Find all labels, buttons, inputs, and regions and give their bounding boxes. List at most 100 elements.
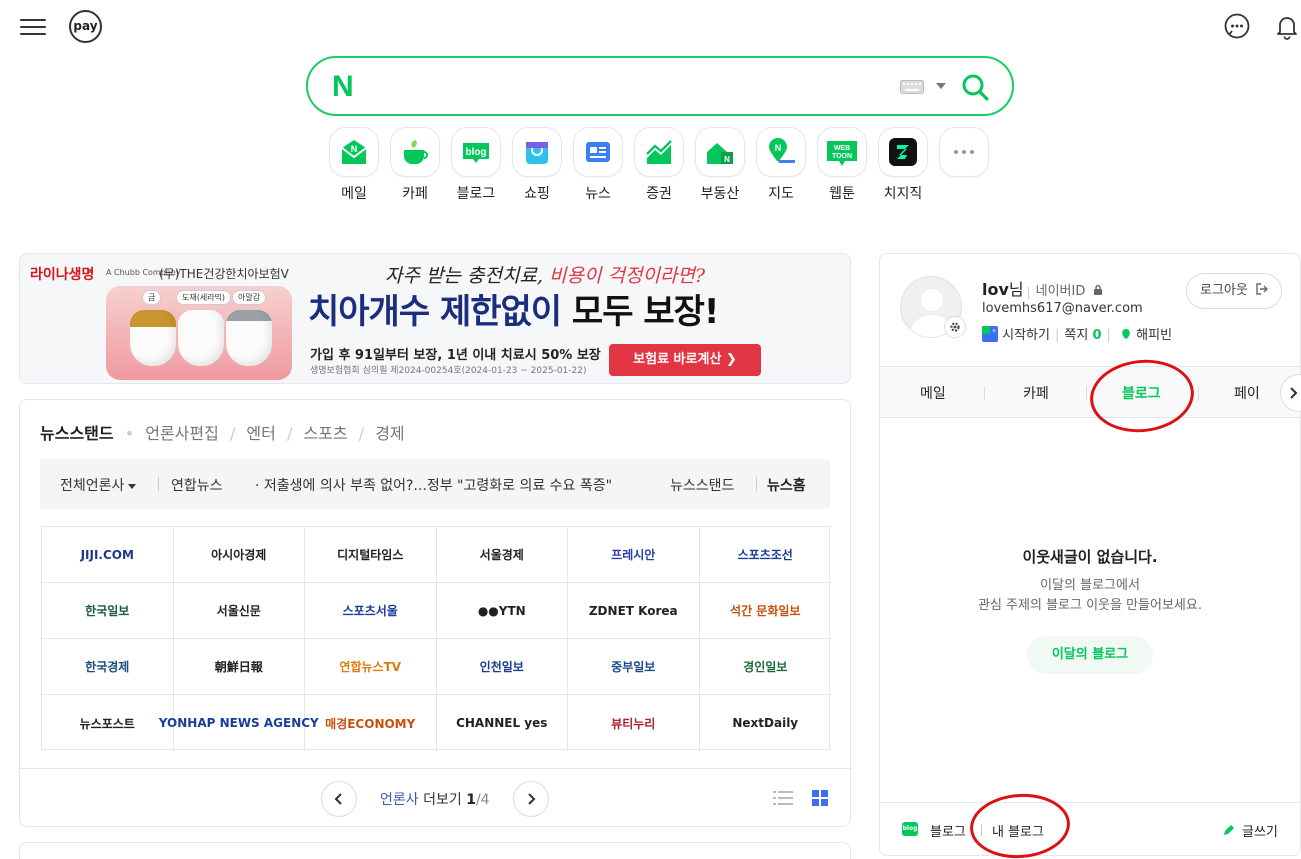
press-logo[interactable]: 경인일보: [699, 639, 831, 695]
tab-cafe[interactable]: 카페: [1023, 383, 1049, 403]
ad-banner[interactable]: 라이나생명 A Chubb Company (무)THE건강한치아보험V 금 도…: [19, 253, 851, 384]
naver-logo[interactable]: N: [332, 70, 354, 104]
press-logo[interactable]: NextDaily: [700, 695, 832, 751]
press-logo[interactable]: 朝鮮日報: [173, 639, 305, 695]
tab-newsstand[interactable]: 뉴스스탠드: [40, 424, 114, 443]
blog-icon: blog: [463, 143, 489, 163]
press-logo[interactable]: ●●YTN: [436, 583, 568, 639]
press-logo[interactable]: JIJI.COM: [42, 527, 174, 583]
press-logo[interactable]: 연합뉴스TV: [305, 639, 437, 695]
map-icon: N: [769, 138, 795, 163]
tab-blog[interactable]: 블로그: [1122, 383, 1161, 403]
shortcut-webtoon[interactable]: WEB TOON 웹툰: [817, 127, 867, 203]
press-logo[interactable]: 스포츠조선: [699, 527, 831, 583]
shortcut-stock[interactable]: 증권: [634, 127, 684, 203]
press-logo[interactable]: ZDNET Korea: [568, 583, 700, 639]
press-logo[interactable]: 아시아경제: [173, 527, 305, 583]
bell-icon[interactable]: [1273, 12, 1301, 40]
tab-pay[interactable]: 페이: [1234, 383, 1260, 403]
newshome-link[interactable]: 뉴스홈: [767, 475, 806, 495]
press-logo[interactable]: 석간 문화일보: [699, 583, 831, 639]
shortcut-more[interactable]: [939, 127, 989, 183]
top-bar: pay: [0, 0, 1301, 56]
gear-icon[interactable]: [944, 316, 966, 338]
press-logo[interactable]: YONHAP NEWS AGENCY: [159, 695, 319, 751]
grid-view-icon[interactable]: [810, 789, 830, 807]
newsstand-tabs: 뉴스스탠드 • 언론사편집 / 엔터 / 스포츠 / 경제: [40, 424, 405, 443]
write-button[interactable]: 글쓰기: [1242, 821, 1278, 840]
next-page-button[interactable]: [513, 781, 549, 817]
prev-page-button[interactable]: [321, 781, 357, 817]
list-view-icon[interactable]: [773, 789, 793, 807]
press-logo[interactable]: 서울신문: [173, 583, 305, 639]
press-logo[interactable]: 디지털타임스: [305, 527, 437, 583]
realestate-icon: N: [707, 143, 733, 164]
tab-entertainment[interactable]: 엔터: [246, 424, 275, 443]
user-name[interactable]: lov님 네이버ID: [982, 276, 1103, 300]
talk-icon[interactable]: [1223, 12, 1251, 40]
press-logo[interactable]: 서울경제: [436, 527, 568, 583]
ad-product: (무)THE건강한치아보험V: [159, 267, 289, 281]
shortcut-mail[interactable]: N 메일: [329, 127, 379, 203]
search-input[interactable]: [378, 70, 938, 102]
press-more[interactable]: 언론사 더보기 1/4: [380, 789, 490, 809]
press-logo[interactable]: 중부일보: [568, 639, 700, 695]
shortcut-blog[interactable]: blog 블로그: [451, 127, 501, 203]
tab-press-edit[interactable]: 언론사편집: [145, 424, 219, 443]
shortcut-chzzk[interactable]: 치지직: [878, 127, 928, 203]
ad-sub-copy: 가입 후 91일부터 보장, 1년 이내 치료시 50% 보장: [310, 348, 601, 363]
press-logo[interactable]: CHANNEL yes: [437, 695, 568, 751]
svg-text:blog: blog: [465, 147, 486, 158]
ad-main-copy: 치아개수 제한없이 모두 보장!: [308, 292, 719, 332]
press-logo[interactable]: 인천일보: [436, 639, 568, 695]
svg-text:WEB: WEB: [834, 145, 850, 152]
shortcut-news[interactable]: 뉴스: [573, 127, 623, 203]
press-logo[interactable]: 매경ECONOMY: [305, 695, 437, 751]
tab-economy[interactable]: 경제: [375, 424, 404, 443]
search-bar: N: [306, 56, 1014, 116]
webtoon-icon: WEB TOON: [827, 141, 857, 166]
svg-text:N: N: [351, 144, 358, 154]
press-logo[interactable]: 스포츠서울: [305, 583, 437, 639]
all-press-dropdown[interactable]: 전체언론사: [60, 475, 137, 495]
press-logo[interactable]: 프레시안: [568, 527, 700, 583]
empty-description: 이달의 블로그에서 관심 주제의 블로그 이웃을 만들어보세요.: [978, 578, 1202, 613]
logout-button[interactable]: 로그아웃: [1186, 273, 1282, 309]
shortcut-cafe[interactable]: 카페: [390, 127, 440, 203]
search-icon[interactable]: [960, 72, 990, 102]
month-blog-button[interactable]: 이달의 블로그: [1027, 636, 1153, 674]
tab-mail[interactable]: 메일: [920, 383, 946, 403]
start-link[interactable]: 시작하기: [1002, 328, 1050, 343]
more-icon: [954, 150, 974, 154]
menu-icon[interactable]: [20, 14, 46, 38]
happybean-icon: [1122, 329, 1130, 339]
press-logo[interactable]: 뷰티누리: [568, 695, 700, 751]
keyboard-dropdown-icon[interactable]: [936, 83, 946, 89]
note-link[interactable]: 쪽지: [1064, 328, 1088, 343]
ticker-headline[interactable]: · 저출생에 의사 부족 없어?...정부 "고령화로 의료 수요 폭증": [255, 475, 675, 495]
press-logo[interactable]: 한국경제: [42, 639, 174, 695]
blog-icon: blog: [902, 822, 918, 836]
ticker-press[interactable]: 연합뉴스: [171, 475, 223, 495]
empty-title: 이웃새글이 없습니다.: [1022, 548, 1158, 566]
chevron-left-icon: [334, 793, 342, 805]
chzzk-icon: [889, 138, 917, 166]
blog-home-link[interactable]: 블로그: [930, 821, 966, 840]
pay-button[interactable]: pay: [69, 10, 102, 43]
tab-sports[interactable]: 스포츠: [303, 424, 347, 443]
user-email: lovemhs617@naver.com: [982, 301, 1143, 316]
keyboard-icon[interactable]: [900, 80, 924, 94]
svg-text:+: +: [992, 328, 996, 335]
shortcut-realestate[interactable]: N 부동산: [695, 127, 745, 203]
newsstand-link[interactable]: 뉴스스탠드: [670, 475, 734, 495]
shortcut-shopping[interactable]: 쇼핑: [512, 127, 562, 203]
press-pager: 언론사 더보기 1/4: [20, 768, 852, 828]
ad-fineprint: 생명보험협회 심의필 제2024-00254호(2024-01-23 ~ 202…: [310, 366, 587, 376]
press-logo[interactable]: 뉴스포스트: [42, 695, 174, 751]
tabs-next-button[interactable]: [1280, 374, 1301, 412]
happybean-link[interactable]: 해피빈: [1136, 328, 1172, 343]
my-blog-link[interactable]: 내 블로그: [992, 821, 1044, 840]
press-logo[interactable]: 한국일보: [42, 583, 174, 639]
ad-cta-button[interactable]: 보험료 바로계산 ❯: [609, 344, 761, 376]
shortcut-map[interactable]: N 지도: [756, 127, 806, 203]
